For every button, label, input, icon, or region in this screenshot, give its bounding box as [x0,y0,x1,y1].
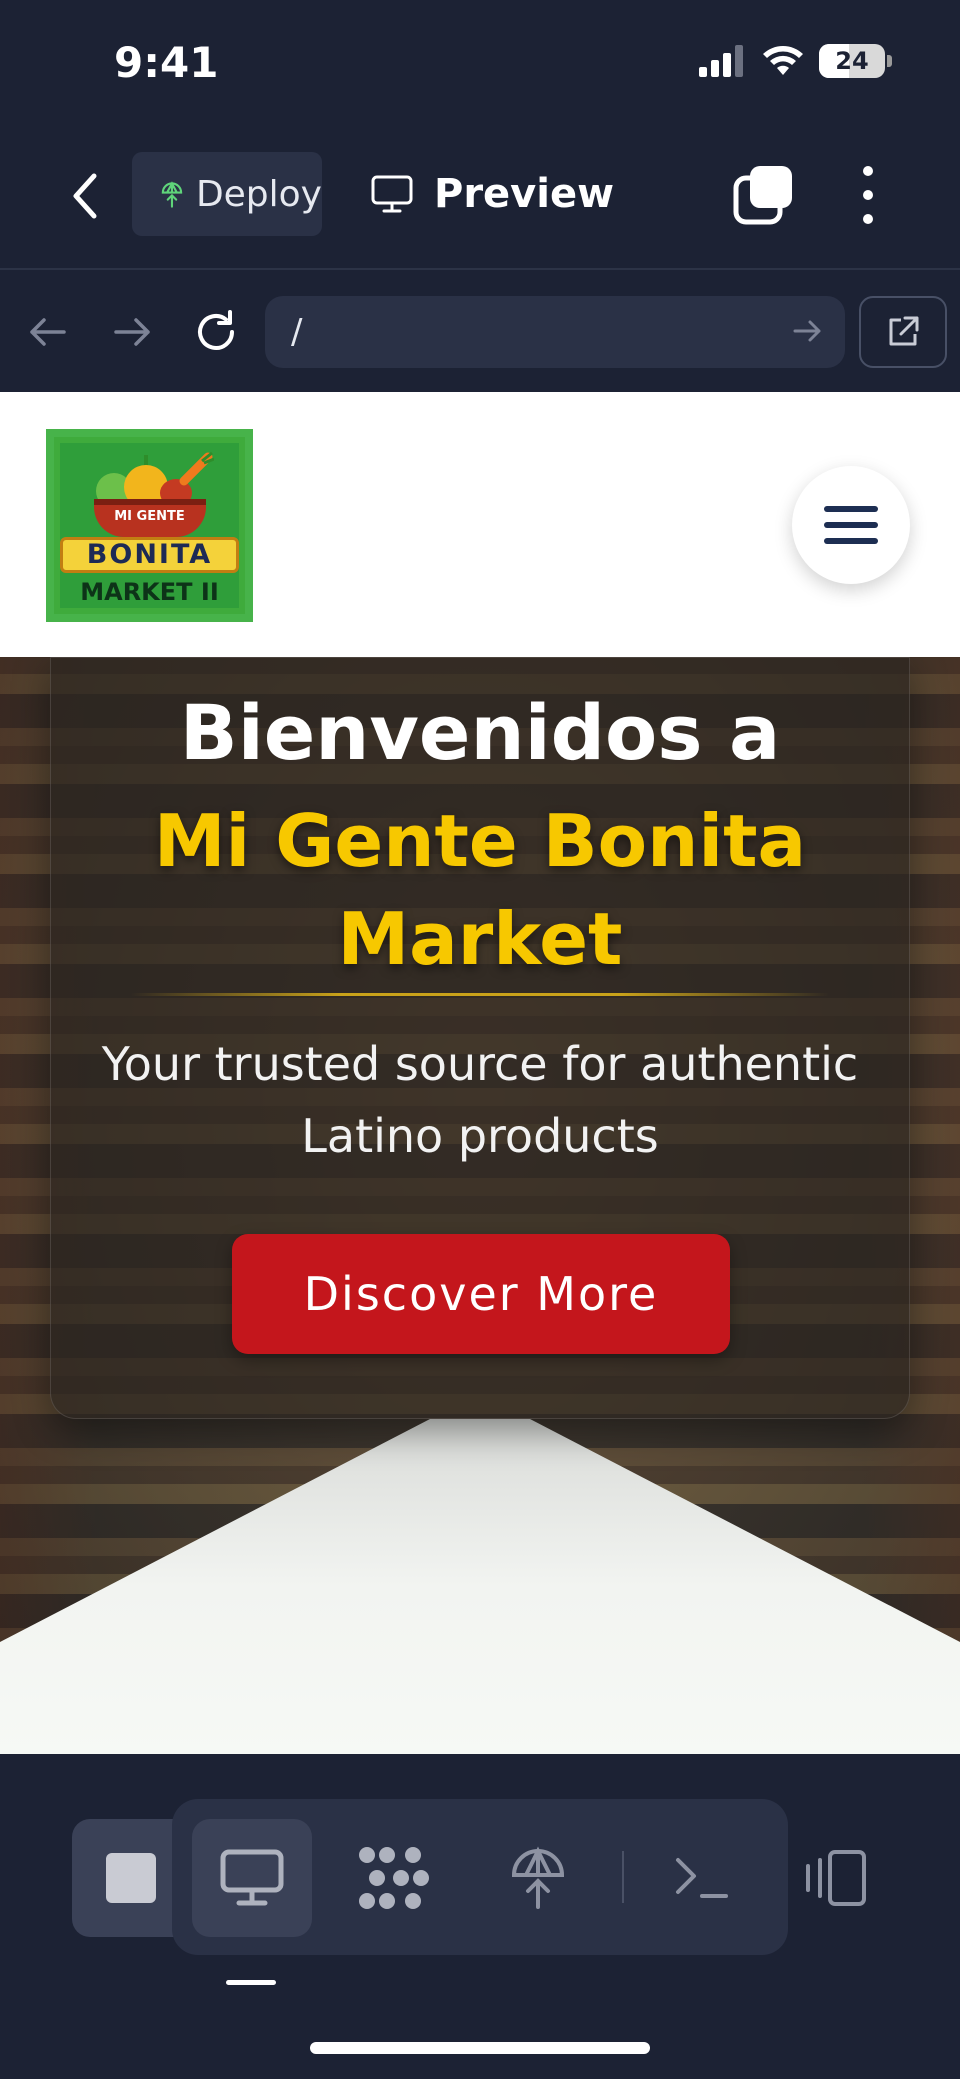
reload-icon [198,310,234,350]
hero-card: Bienvenidos a Mi Gente Bonita Market You… [50,657,910,1419]
status-icons: 24 [699,44,892,78]
workflow-button[interactable] [334,1819,454,1937]
logo-text-migente: MI GENTE [114,509,185,524]
workflow-icon [359,1847,429,1909]
nav-back-button[interactable] [18,302,78,362]
url-text: / [291,312,303,352]
wifi-icon [763,46,803,75]
tabs-icon [733,166,792,225]
status-bar: 9:41 24 [0,0,960,120]
top-nav: Deploy Preview [0,120,960,270]
go-arrow-icon[interactable] [791,316,825,346]
hero-subtitle: Your trusted source for authentic Latino… [101,1037,859,1163]
devices-icon [806,1850,866,1906]
reload-button[interactable] [186,302,246,362]
bottom-toolbar [0,1754,960,2079]
bottom-tab-group [172,1799,788,1955]
hero-section: Bienvenidos a Mi Gente Bonita Market You… [0,657,960,1754]
stop-icon [106,1853,156,1903]
home-indicator [310,2042,650,2054]
logo-text-bonita: BONITA [60,537,239,573]
tabs-button[interactable] [732,164,796,228]
terminal-icon [676,1858,728,1898]
hero-title-welcome: Bienvenidos a [179,688,781,777]
external-link-icon [889,316,919,346]
tab-deploy[interactable]: Deploy [132,152,322,236]
nav-forward-button[interactable] [102,302,162,362]
more-options-icon[interactable] [848,162,888,228]
deploy-icon [161,181,183,208]
deploy-button[interactable] [478,1819,598,1937]
hero-divider [131,993,829,996]
signal-icon [699,45,743,77]
active-tab-indicator [226,1980,276,1985]
hero-title-market: Mi Gente Bonita Market [153,799,807,981]
desktop-icon [220,1849,284,1906]
terminal-button[interactable] [642,1819,762,1937]
hamburger-menu-icon[interactable] [792,466,910,584]
tab-preview[interactable]: Preview [370,152,614,236]
url-toolbar: / [0,272,960,392]
desktop-view-button[interactable] [192,1819,312,1937]
tab-deploy-label: Deploy [195,173,322,215]
open-external-button[interactable] [859,296,947,368]
battery-icon: 24 [819,44,885,78]
discover-more-button[interactable]: Discover More [232,1234,730,1354]
chevron-left-icon [73,173,97,219]
site-logo[interactable]: MI GENTE BONITA MARKET II [46,429,253,622]
back-button[interactable] [58,166,112,226]
logo-text-market: MARKET II [80,578,219,606]
battery-level: 24 [835,47,869,75]
url-input[interactable]: / [265,296,845,368]
arrow-right-icon [114,318,150,346]
deploy-tool-icon [511,1846,565,1909]
toolbar-separator [622,1851,624,1903]
monitor-icon [371,175,413,213]
devices-button[interactable] [790,1819,880,1937]
tab-preview-label: Preview [434,171,615,217]
web-preview: MI GENTE BONITA MARKET II Bienvenidos a … [0,392,960,1754]
site-header: MI GENTE BONITA MARKET II [0,392,960,657]
status-time: 9:41 [114,38,219,87]
arrow-left-icon [30,318,66,346]
